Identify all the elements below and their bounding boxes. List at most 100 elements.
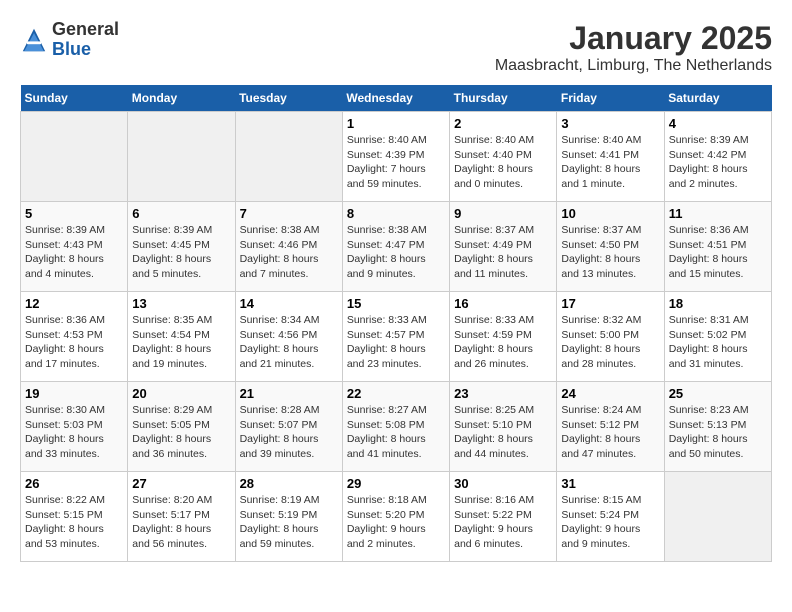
calendar-cell: 31 Sunrise: 8:15 AM Sunset: 5:24 PM Dayli… (557, 472, 664, 562)
month-title: January 2025 (495, 20, 772, 57)
calendar-cell: 19 Sunrise: 8:30 AM Sunset: 5:03 PM Dayli… (21, 382, 128, 472)
weekday-header-monday: Monday (128, 85, 235, 112)
day-number: 14 (240, 296, 338, 311)
day-info: Sunrise: 8:23 AM Sunset: 5:13 PM Dayligh… (669, 403, 767, 462)
day-number: 13 (132, 296, 230, 311)
day-info: Sunrise: 8:36 AM Sunset: 4:53 PM Dayligh… (25, 313, 123, 372)
calendar-week-row: 26 Sunrise: 8:22 AM Sunset: 5:15 PM Dayli… (21, 472, 772, 562)
location-title: Maasbracht, Limburg, The Netherlands (495, 57, 772, 75)
day-number: 5 (25, 206, 123, 221)
title-block: January 2025 Maasbracht, Limburg, The Ne… (495, 20, 772, 75)
calendar-cell: 24 Sunrise: 8:24 AM Sunset: 5:12 PM Dayli… (557, 382, 664, 472)
calendar-week-row: 19 Sunrise: 8:30 AM Sunset: 5:03 PM Dayli… (21, 382, 772, 472)
day-info: Sunrise: 8:30 AM Sunset: 5:03 PM Dayligh… (25, 403, 123, 462)
day-info: Sunrise: 8:38 AM Sunset: 4:46 PM Dayligh… (240, 223, 338, 282)
weekday-header-row: SundayMondayTuesdayWednesdayThursdayFrid… (21, 85, 772, 112)
calendar-cell: 12 Sunrise: 8:36 AM Sunset: 4:53 PM Dayli… (21, 292, 128, 382)
calendar-cell: 22Sunrise: 8:27 AM Sunset: 5:08 PM Dayli… (342, 382, 449, 472)
calendar-cell: 29Sunrise: 8:18 AM Sunset: 5:20 PM Dayli… (342, 472, 449, 562)
day-info: Sunrise: 8:29 AM Sunset: 5:05 PM Dayligh… (132, 403, 230, 462)
calendar-cell: 15 Sunrise: 8:33 AM Sunset: 4:57 PM Dayli… (342, 292, 449, 382)
day-info: Sunrise: 8:39 AM Sunset: 4:43 PM Dayligh… (25, 223, 123, 282)
calendar-cell: 27 Sunrise: 8:20 AM Sunset: 5:17 PM Dayli… (128, 472, 235, 562)
weekday-header-tuesday: Tuesday (235, 85, 342, 112)
day-number: 11 (669, 206, 767, 221)
day-number: 4 (669, 116, 767, 131)
day-info: Sunrise: 8:40 AM Sunset: 4:41 PM Dayligh… (561, 133, 659, 192)
calendar-cell (235, 112, 342, 202)
day-number: 23 (454, 386, 552, 401)
day-info: Sunrise: 8:16 AM Sunset: 5:22 PM Dayligh… (454, 493, 552, 552)
logo-general-text: General (52, 20, 119, 40)
day-number: 26 (25, 476, 123, 491)
calendar-cell: 8 Sunrise: 8:38 AM Sunset: 4:47 PM Daylig… (342, 202, 449, 292)
calendar-cell: 16 Sunrise: 8:33 AM Sunset: 4:59 PM Dayli… (450, 292, 557, 382)
calendar-cell: 14 Sunrise: 8:34 AM Sunset: 4:56 PM Dayli… (235, 292, 342, 382)
weekday-header-wednesday: Wednesday (342, 85, 449, 112)
day-number: 24 (561, 386, 659, 401)
day-number: 12 (25, 296, 123, 311)
calendar-table: SundayMondayTuesdayWednesdayThursdayFrid… (20, 85, 772, 562)
day-number: 27 (132, 476, 230, 491)
page-header: General Blue January 2025 Maasbracht, Li… (20, 20, 772, 75)
logo-icon (20, 26, 48, 54)
logo-blue-text: Blue (52, 40, 119, 60)
day-number: 20 (132, 386, 230, 401)
day-number: 17 (561, 296, 659, 311)
calendar-cell: 11 Sunrise: 8:36 AM Sunset: 4:51 PM Dayli… (664, 202, 771, 292)
calendar-cell: 4Sunrise: 8:39 AM Sunset: 4:42 PM Daylig… (664, 112, 771, 202)
day-info: Sunrise: 8:33 AM Sunset: 4:57 PM Dayligh… (347, 313, 445, 372)
calendar-cell (21, 112, 128, 202)
day-info: Sunrise: 8:15 AM Sunset: 5:24 PM Dayligh… (561, 493, 659, 552)
day-info: Sunrise: 8:34 AM Sunset: 4:56 PM Dayligh… (240, 313, 338, 372)
day-number: 30 (454, 476, 552, 491)
calendar-cell: 5 Sunrise: 8:39 AM Sunset: 4:43 PM Daylig… (21, 202, 128, 292)
day-info: Sunrise: 8:18 AM Sunset: 5:20 PM Dayligh… (347, 493, 445, 552)
day-info: Sunrise: 8:36 AM Sunset: 4:51 PM Dayligh… (669, 223, 767, 282)
day-info: Sunrise: 8:20 AM Sunset: 5:17 PM Dayligh… (132, 493, 230, 552)
calendar-cell: 25Sunrise: 8:23 AM Sunset: 5:13 PM Dayli… (664, 382, 771, 472)
day-number: 10 (561, 206, 659, 221)
calendar-cell: 26 Sunrise: 8:22 AM Sunset: 5:15 PM Dayli… (21, 472, 128, 562)
day-number: 2 (454, 116, 552, 131)
calendar-cell: 10Sunrise: 8:37 AM Sunset: 4:50 PM Dayli… (557, 202, 664, 292)
day-info: Sunrise: 8:22 AM Sunset: 5:15 PM Dayligh… (25, 493, 123, 552)
day-info: Sunrise: 8:35 AM Sunset: 4:54 PM Dayligh… (132, 313, 230, 372)
day-info: Sunrise: 8:28 AM Sunset: 5:07 PM Dayligh… (240, 403, 338, 462)
calendar-week-row: 12 Sunrise: 8:36 AM Sunset: 4:53 PM Dayli… (21, 292, 772, 382)
day-number: 3 (561, 116, 659, 131)
day-info: Sunrise: 8:19 AM Sunset: 5:19 PM Dayligh… (240, 493, 338, 552)
day-number: 15 (347, 296, 445, 311)
calendar-cell: 18 Sunrise: 8:31 AM Sunset: 5:02 PM Dayli… (664, 292, 771, 382)
day-number: 18 (669, 296, 767, 311)
day-number: 31 (561, 476, 659, 491)
calendar-cell: 20 Sunrise: 8:29 AM Sunset: 5:05 PM Dayli… (128, 382, 235, 472)
calendar-week-row: 1Sunrise: 8:40 AM Sunset: 4:39 PM Daylig… (21, 112, 772, 202)
weekday-header-friday: Friday (557, 85, 664, 112)
day-info: Sunrise: 8:24 AM Sunset: 5:12 PM Dayligh… (561, 403, 659, 462)
day-info: Sunrise: 8:38 AM Sunset: 4:47 PM Dayligh… (347, 223, 445, 282)
calendar-cell: 30 Sunrise: 8:16 AM Sunset: 5:22 PM Dayli… (450, 472, 557, 562)
day-info: Sunrise: 8:32 AM Sunset: 5:00 PM Dayligh… (561, 313, 659, 372)
calendar-cell: 2Sunrise: 8:40 AM Sunset: 4:40 PM Daylig… (450, 112, 557, 202)
day-info: Sunrise: 8:31 AM Sunset: 5:02 PM Dayligh… (669, 313, 767, 372)
day-number: 28 (240, 476, 338, 491)
calendar-cell: 17 Sunrise: 8:32 AM Sunset: 5:00 PM Dayli… (557, 292, 664, 382)
day-number: 8 (347, 206, 445, 221)
calendar-cell: 7 Sunrise: 8:38 AM Sunset: 4:46 PM Daylig… (235, 202, 342, 292)
calendar-week-row: 5 Sunrise: 8:39 AM Sunset: 4:43 PM Daylig… (21, 202, 772, 292)
day-number: 9 (454, 206, 552, 221)
day-info: Sunrise: 8:33 AM Sunset: 4:59 PM Dayligh… (454, 313, 552, 372)
day-number: 1 (347, 116, 445, 131)
day-info: Sunrise: 8:27 AM Sunset: 5:08 PM Dayligh… (347, 403, 445, 462)
calendar-cell: 3 Sunrise: 8:40 AM Sunset: 4:41 PM Daylig… (557, 112, 664, 202)
logo: General Blue (20, 20, 119, 60)
day-number: 7 (240, 206, 338, 221)
day-number: 19 (25, 386, 123, 401)
day-info: Sunrise: 8:39 AM Sunset: 4:45 PM Dayligh… (132, 223, 230, 282)
day-number: 16 (454, 296, 552, 311)
calendar-cell: 1Sunrise: 8:40 AM Sunset: 4:39 PM Daylig… (342, 112, 449, 202)
calendar-cell: 13 Sunrise: 8:35 AM Sunset: 4:54 PM Dayli… (128, 292, 235, 382)
calendar-cell: 6Sunrise: 8:39 AM Sunset: 4:45 PM Daylig… (128, 202, 235, 292)
calendar-cell (128, 112, 235, 202)
